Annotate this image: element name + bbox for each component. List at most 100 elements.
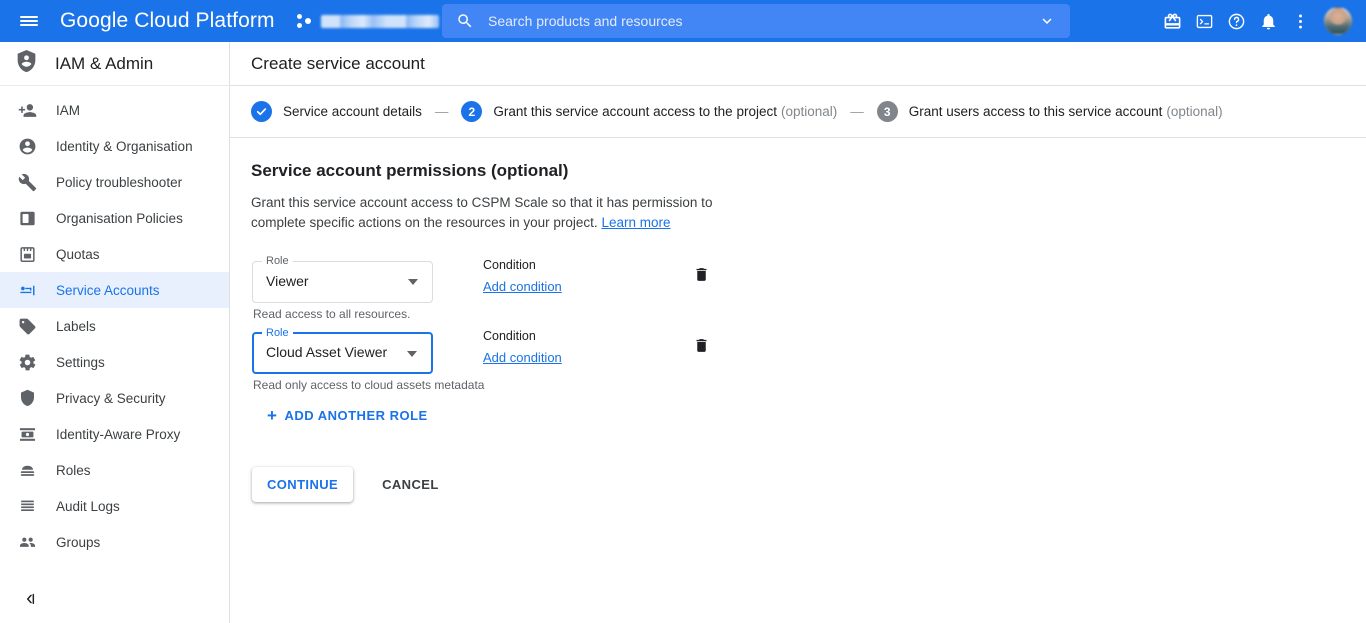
hamburger-menu-icon[interactable] [8, 0, 50, 42]
role-field-label: Role [262, 255, 293, 267]
roles-icon [18, 461, 40, 480]
sidebar-item-iam[interactable]: IAM [0, 92, 229, 128]
form-actions: CONTINUE CANCEL [252, 467, 1366, 502]
add-another-role-button[interactable]: + ADD ANOTHER ROLE [267, 406, 428, 425]
sidebar-item-policy-troubleshooter[interactable]: Policy troubleshooter [0, 164, 229, 200]
sidebar-item-organisation-policies[interactable]: Organisation Policies [0, 200, 229, 236]
service-account-key-icon [18, 281, 40, 300]
iap-icon [18, 425, 40, 444]
page-header: Create service account [230, 42, 1366, 86]
wrench-icon [18, 173, 40, 192]
add-another-role-label: ADD ANOTHER ROLE [284, 408, 428, 423]
sidebar-nav-list: IAM Identity & Organisation Policy troub… [0, 86, 229, 560]
condition-label: Condition [483, 329, 536, 343]
condition-label: Condition [483, 258, 536, 272]
continue-button[interactable]: CONTINUE [252, 467, 354, 502]
step-3-label: Grant users access to this service accou… [908, 104, 1163, 119]
account-circle-icon [18, 137, 40, 156]
chevron-down-icon [408, 279, 418, 285]
help-icon[interactable] [1220, 0, 1252, 42]
role-select-1[interactable]: Role Viewer [252, 255, 433, 303]
quotas-icon [18, 245, 40, 264]
sidebar-item-audit-logs[interactable]: Audit Logs [0, 488, 229, 524]
shield-icon [18, 389, 40, 408]
top-app-bar: Google Cloud Platform [0, 0, 1366, 42]
role-help-text: Read only access to cloud assets metadat… [253, 378, 485, 392]
person-add-icon [18, 101, 40, 120]
step-1-label: Service account details [283, 104, 422, 119]
sidebar-item-settings[interactable]: Settings [0, 344, 229, 380]
sidebar: IAM & Admin IAM Identity & Organisation … [0, 42, 230, 623]
role-select-value: Cloud Asset Viewer [266, 344, 388, 360]
sidebar-item-label: Settings [56, 354, 105, 370]
project-dots-icon [296, 13, 313, 29]
sidebar-item-label: Audit Logs [56, 498, 120, 514]
notifications-bell-icon[interactable] [1252, 0, 1284, 42]
sidebar-item-label: Labels [56, 318, 96, 334]
step-2-circle: 2 [461, 101, 483, 122]
sidebar-item-label: Quotas [56, 246, 100, 262]
sidebar-item-label: Identity & Organisation [56, 138, 193, 154]
role-select-2[interactable]: Role Cloud Asset Viewer [252, 327, 433, 374]
step-separator: — [434, 104, 449, 119]
sidebar-item-label: IAM [56, 102, 81, 118]
audit-logs-icon [18, 497, 40, 516]
learn-more-link[interactable]: Learn more [601, 215, 670, 230]
step-2[interactable]: 2 Grant this service account access to t… [461, 101, 837, 122]
top-bar-icon-group [1156, 0, 1356, 42]
sidebar-item-groups[interactable]: Groups [0, 524, 229, 560]
main-content: Create service account Service account d… [230, 42, 1366, 623]
page-title: Create service account [251, 53, 425, 73]
avatar[interactable] [1324, 7, 1352, 35]
delete-role-button[interactable] [689, 336, 713, 360]
stepper: Service account details — 2 Grant this s… [230, 86, 1366, 138]
sidebar-item-label: Groups [56, 534, 101, 550]
sidebar-item-labels[interactable]: Labels [0, 308, 229, 344]
step-3-optional: (optional) [1166, 104, 1223, 119]
role-row: Role Viewer Read access to all resources… [251, 253, 1366, 324]
step-1-circle [251, 101, 272, 122]
add-condition-link[interactable]: Add condition [483, 279, 562, 294]
sidebar-item-label: Policy troubleshooter [56, 174, 183, 190]
sidebar-item-quotas[interactable]: Quotas [0, 236, 229, 272]
sidebar-item-service-accounts[interactable]: Service Accounts [0, 272, 229, 308]
brand-title[interactable]: Google Cloud Platform [60, 9, 275, 33]
sidebar-item-roles[interactable]: Roles [0, 452, 229, 488]
plus-icon: + [267, 406, 278, 425]
cloud-shell-icon[interactable] [1188, 0, 1220, 42]
project-selector[interactable] [296, 13, 461, 29]
sidebar-item-label: Roles [56, 462, 91, 478]
search-icon [456, 12, 474, 30]
sidebar-title: IAM & Admin [55, 53, 154, 73]
sidebar-item-label: Service Accounts [56, 282, 160, 298]
role-row: Role Cloud Asset Viewer Read only access… [251, 324, 1366, 395]
delete-trash-icon [693, 337, 710, 359]
step-3[interactable]: 3 Grant users access to this service acc… [876, 101, 1223, 122]
search-bar[interactable] [442, 4, 1070, 38]
collapse-panel-icon[interactable] [18, 587, 42, 611]
more-vert-icon[interactable] [1284, 0, 1316, 42]
step-1[interactable]: Service account details [251, 101, 422, 122]
sidebar-item-identity-aware-proxy[interactable]: Identity-Aware Proxy [0, 416, 229, 452]
permissions-form: Service account permissions (optional) G… [230, 138, 1366, 502]
section-description: Grant this service account access to CSP… [251, 193, 721, 233]
role-help-text: Read access to all resources. [253, 307, 411, 321]
sidebar-item-privacy-security[interactable]: Privacy & Security [0, 380, 229, 416]
delete-trash-icon [693, 266, 710, 288]
add-condition-link[interactable]: Add condition [483, 350, 562, 365]
sidebar-header[interactable]: IAM & Admin [0, 42, 229, 86]
step-separator: — [850, 104, 864, 119]
groups-icon [18, 533, 40, 552]
chevron-down-icon[interactable] [1038, 12, 1056, 30]
role-select-value: Viewer [266, 273, 309, 289]
delete-role-button[interactable] [689, 265, 713, 289]
sidebar-item-identity-organisation[interactable]: Identity & Organisation [0, 128, 229, 164]
sidebar-item-label: Organisation Policies [56, 210, 183, 226]
chevron-down-icon [407, 351, 417, 357]
search-input[interactable] [486, 12, 1038, 30]
cancel-button[interactable]: CANCEL [370, 467, 451, 502]
label-tag-icon [18, 317, 40, 336]
gift-icon[interactable] [1156, 0, 1188, 42]
step-3-circle: 3 [876, 101, 898, 122]
sidebar-item-label: Identity-Aware Proxy [56, 426, 181, 442]
